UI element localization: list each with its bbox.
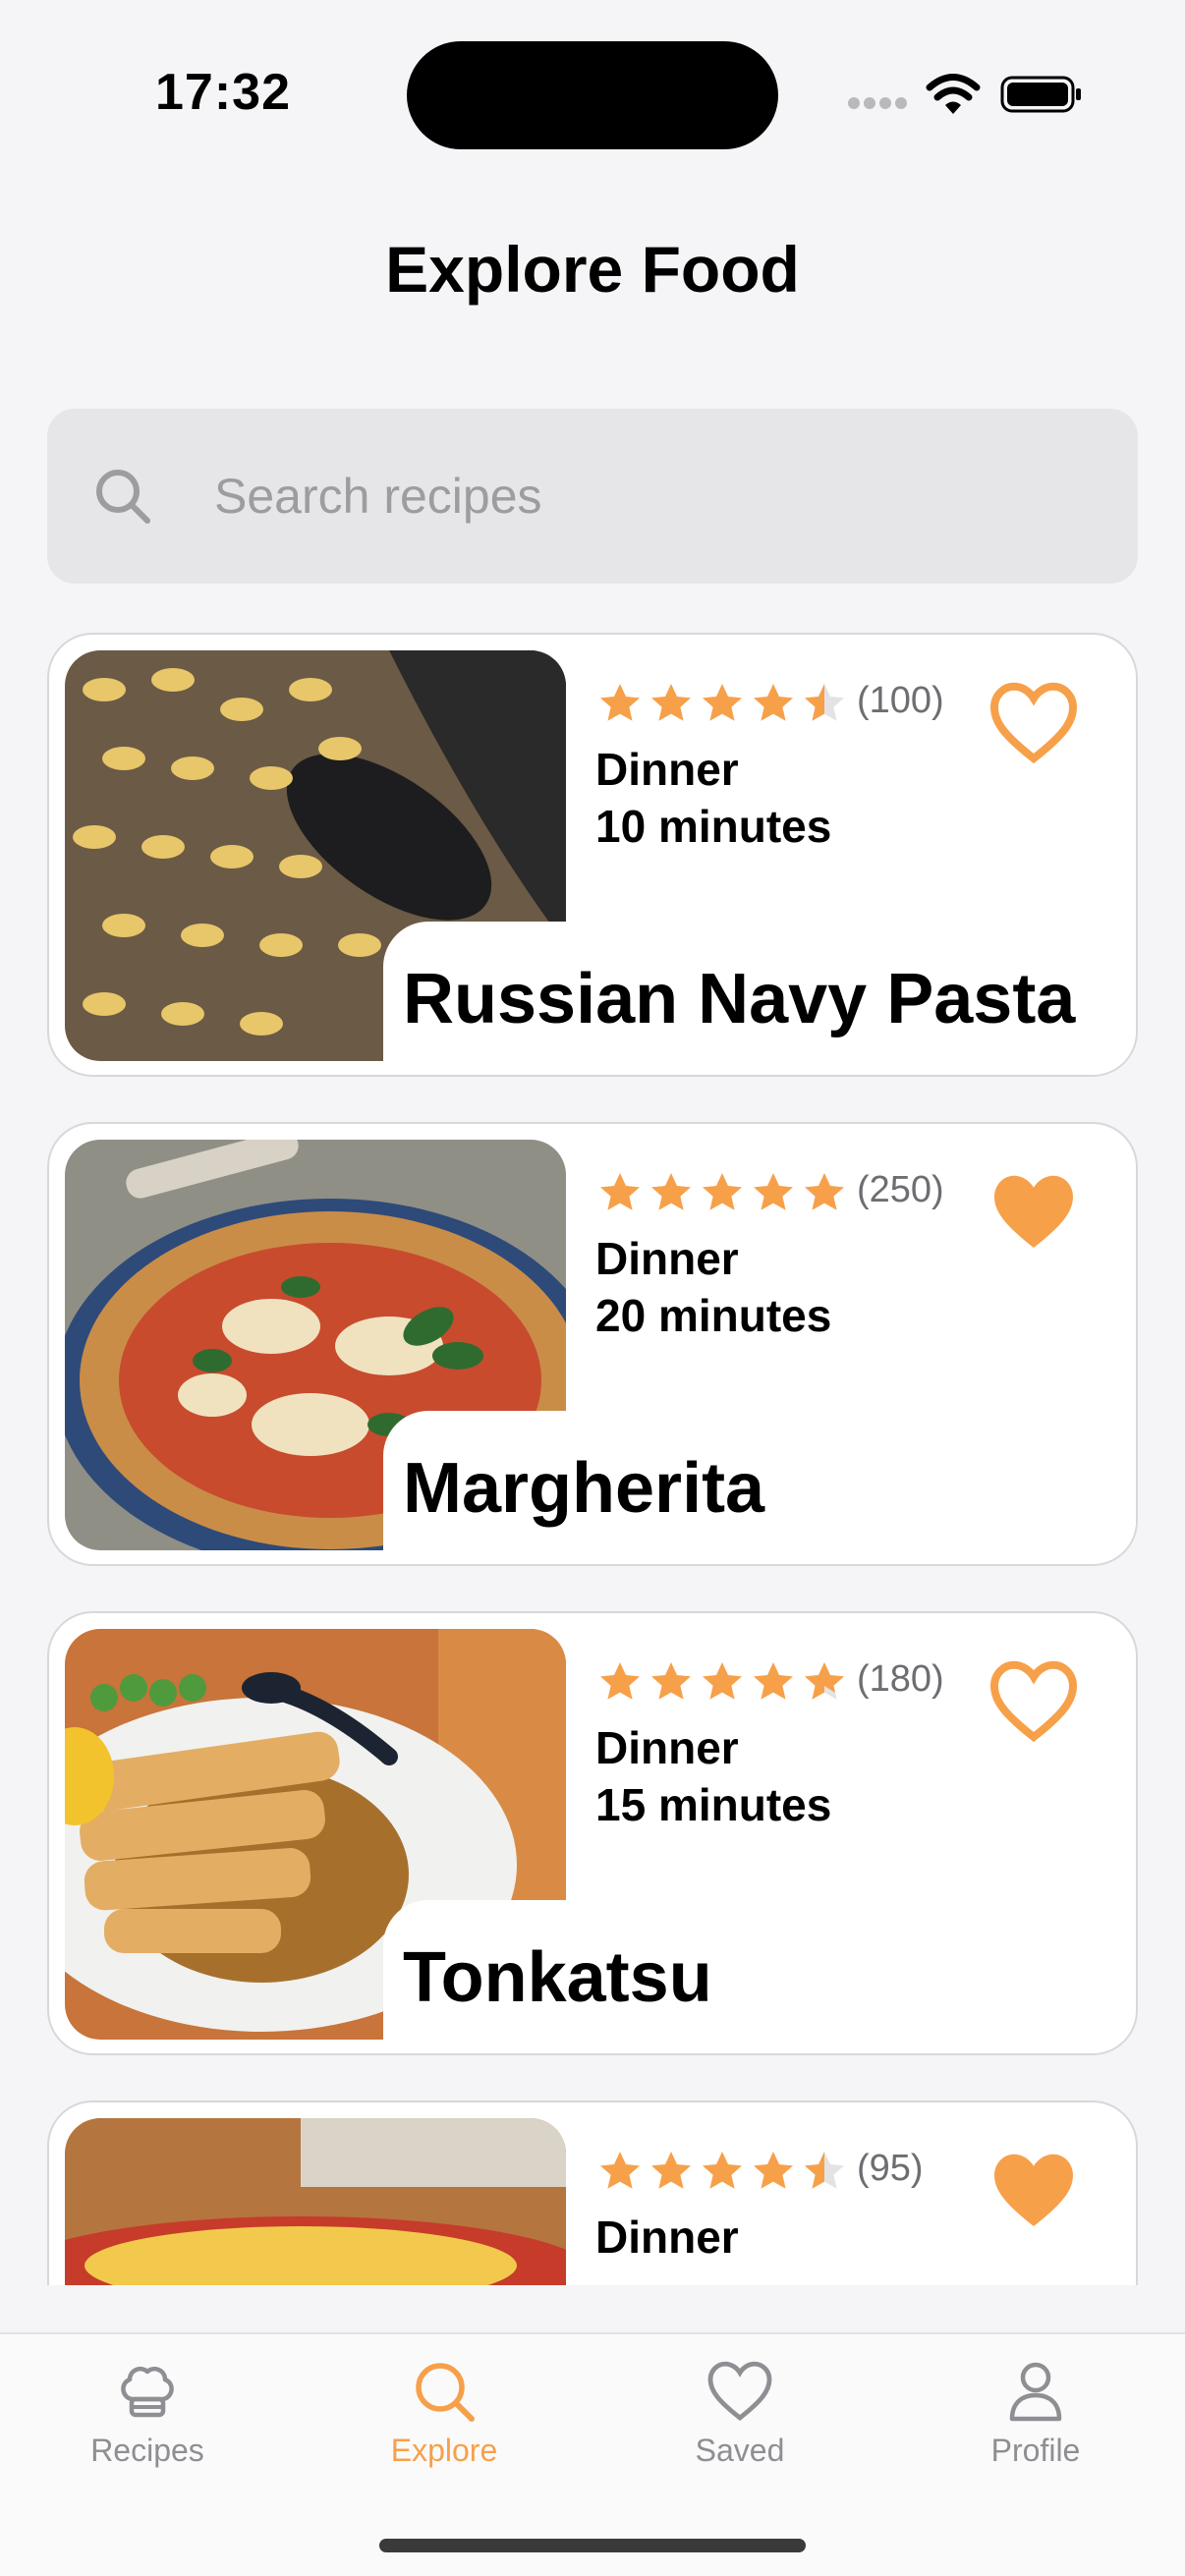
meal-type: Dinner — [595, 2212, 739, 2263]
star-full-icon — [600, 1173, 640, 1210]
recipe-card[interactable]: Russian Navy Pasta (100) Dinner 10 minut… — [47, 633, 1138, 1077]
cook-time: 10 minutes — [595, 801, 832, 852]
recipe-card[interactable]: (95) Dinner — [47, 2100, 1138, 2285]
recipe-title: Russian Navy Pasta — [403, 960, 1076, 1038]
star-full-icon — [703, 1662, 742, 1700]
tab-profile[interactable]: Profile — [937, 2356, 1134, 2493]
star-full-icon — [703, 684, 742, 721]
review-count: (100) — [857, 680, 944, 721]
star-full-icon — [600, 684, 640, 721]
tab-recipes[interactable]: Recipes — [49, 2356, 246, 2493]
star-full-icon — [651, 2152, 691, 2189]
page-title: Explore Food — [385, 233, 800, 306]
recipe-card[interactable]: Margherita (250) Dinner 20 minutes — [47, 1122, 1138, 1566]
home-indicator — [379, 2539, 806, 2552]
star-half-icon — [805, 1662, 844, 1700]
wifi-icon — [926, 74, 981, 114]
favorite-heart-filled-icon[interactable] — [987, 1167, 1081, 1254]
search-icon — [96, 470, 150, 524]
cook-time: 20 minutes — [595, 1290, 832, 1341]
star-half-icon — [805, 684, 844, 721]
search-bar[interactable] — [47, 409, 1138, 584]
tab-explore[interactable]: Explore — [346, 2356, 542, 2493]
cook-time: 15 minutes — [595, 1779, 832, 1830]
review-count: (250) — [857, 1169, 944, 1210]
recipe-list[interactable]: Russian Navy Pasta (100) Dinner 10 minut… — [0, 629, 1185, 2285]
tab-label: Saved — [695, 2433, 785, 2468]
tab-saved[interactable]: Saved — [642, 2356, 838, 2493]
signal-icon — [848, 97, 907, 109]
review-count: (95) — [857, 2148, 924, 2189]
person-icon — [1009, 2362, 1062, 2422]
star-full-icon — [805, 1173, 844, 1210]
tab-label: Recipes — [90, 2433, 204, 2468]
meal-type: Dinner — [595, 1233, 739, 1284]
dynamic-island — [407, 41, 778, 149]
rating-stars — [595, 1658, 849, 1706]
rating-stars — [595, 1169, 849, 1216]
star-half-icon — [805, 2152, 844, 2189]
recipe-card[interactable]: Tonkatsu (180) Dinner 15 minutes — [47, 1611, 1138, 2055]
recipe-title: Margherita — [403, 1449, 765, 1528]
chef-hat-icon — [121, 2367, 174, 2418]
battery-icon — [1000, 76, 1081, 113]
star-full-icon — [651, 684, 691, 721]
status-time: 17:32 — [155, 64, 291, 121]
rating-stars — [595, 680, 849, 727]
star-full-icon — [600, 2152, 640, 2189]
star-full-icon — [754, 2152, 793, 2189]
star-full-icon — [651, 1662, 691, 1700]
review-count: (180) — [857, 1658, 944, 1700]
heart-icon — [707, 2361, 772, 2422]
meal-type: Dinner — [595, 744, 739, 795]
star-full-icon — [703, 1173, 742, 1210]
star-full-icon — [754, 684, 793, 721]
search-input[interactable] — [214, 458, 1079, 534]
tab-label: Explore — [390, 2433, 498, 2468]
search-icon — [416, 2363, 475, 2422]
meal-type: Dinner — [595, 1722, 739, 1773]
star-full-icon — [651, 1173, 691, 1210]
favorite-heart-filled-icon[interactable] — [987, 2146, 1081, 2232]
star-full-icon — [754, 1662, 793, 1700]
tab-label: Profile — [990, 2433, 1081, 2468]
favorite-heart-outline-icon[interactable] — [987, 678, 1081, 764]
star-full-icon — [600, 1662, 640, 1700]
recipe-title: Tonkatsu — [403, 1938, 712, 2017]
rating-stars — [595, 2148, 849, 2195]
recipe-image — [65, 2118, 566, 2285]
star-full-icon — [703, 2152, 742, 2189]
favorite-heart-outline-icon[interactable] — [987, 1656, 1081, 1743]
status-bar: 17:32 — [0, 0, 1185, 196]
star-full-icon — [754, 1173, 793, 1210]
